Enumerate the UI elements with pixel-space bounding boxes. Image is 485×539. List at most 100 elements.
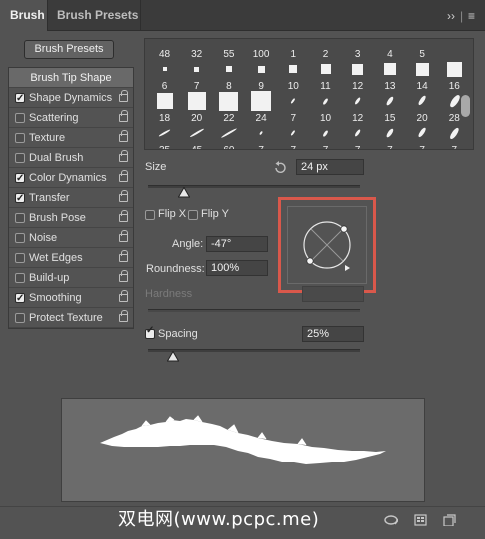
brush-tip-cell[interactable]: 7 xyxy=(439,121,470,149)
angle-roundness-widget[interactable] xyxy=(287,206,367,284)
lock-icon[interactable] xyxy=(119,110,128,122)
brush-tip-cell[interactable]: 24 xyxy=(246,89,277,125)
brush-tip-cell[interactable]: 20 xyxy=(407,89,438,125)
lock-icon[interactable] xyxy=(119,150,128,162)
lock-icon[interactable] xyxy=(119,290,128,302)
sidebar-checkbox[interactable] xyxy=(15,189,25,209)
brush-tip-size: 7 xyxy=(374,145,405,149)
brush-tip-size: 35 xyxy=(149,145,180,149)
sidebar-item-build-up[interactable]: Build-up xyxy=(9,268,133,288)
sidebar-item-protect-texture[interactable]: Protect Texture xyxy=(9,308,133,328)
brush-tip-cell[interactable]: 10 xyxy=(278,57,309,93)
brush-tip-cell[interactable]: 8 xyxy=(213,57,244,93)
sidebar-checkbox[interactable] xyxy=(15,313,25,323)
lock-icon[interactable] xyxy=(119,170,128,182)
brush-tip-grid[interactable]: 48 32 55 100 1 2 3 4 5 6 7 8 9 10 11 12 13 14 16 18 20 22 24 7 1… xyxy=(144,38,474,150)
open-preset-manager-icon[interactable] xyxy=(414,514,428,526)
sidebar-checkbox[interactable] xyxy=(15,233,25,243)
sidebar-checkbox[interactable] xyxy=(15,113,25,123)
brush-tip-cell[interactable]: 60 xyxy=(213,121,244,149)
reset-size-icon[interactable] xyxy=(273,161,287,174)
sidebar-item-smoothing[interactable]: Smoothing xyxy=(9,288,133,309)
sidebar-checkbox[interactable] xyxy=(15,133,25,143)
spacing-checkbox[interactable] xyxy=(145,325,155,339)
flip-x-label: Flip X xyxy=(158,208,187,220)
sidebar-item-wet-edges[interactable]: Wet Edges xyxy=(9,248,133,268)
brush-tip-cell[interactable]: 15 xyxy=(374,89,405,125)
brush-tip-cell[interactable]: 7 xyxy=(246,121,277,149)
brush-tip-cell[interactable]: 12 xyxy=(342,89,373,125)
lock-icon[interactable] xyxy=(119,250,128,262)
brush-tip-cell[interactable]: 16 xyxy=(439,57,470,93)
lock-icon[interactable] xyxy=(119,270,128,282)
sidebar-item-transfer[interactable]: Transfer xyxy=(9,188,133,209)
toggle-live-tip-preview-icon[interactable] xyxy=(384,514,398,526)
sidebar-item-brush-pose[interactable]: Brush Pose xyxy=(9,208,133,228)
brush-tip-cell[interactable]: 7 xyxy=(374,121,405,149)
lock-icon[interactable] xyxy=(119,230,128,242)
sidebar-checkbox[interactable] xyxy=(15,253,25,263)
flip-y-label: Flip Y xyxy=(201,208,229,220)
sidebar-checkbox[interactable] xyxy=(15,273,25,283)
brush-tip-cell[interactable]: 20 xyxy=(181,89,212,125)
brush-tip-cell[interactable]: 7 xyxy=(310,121,341,149)
lock-icon[interactable] xyxy=(119,90,128,102)
brush-tip-cell[interactable]: 18 xyxy=(149,89,180,125)
lock-icon[interactable] xyxy=(119,130,128,142)
sidebar-item-texture[interactable]: Texture xyxy=(9,128,133,148)
angle-label: Angle: xyxy=(172,238,204,250)
brush-tip-swatch xyxy=(225,66,232,72)
sidebar-checkbox[interactable] xyxy=(15,153,25,163)
brush-tip-cell[interactable]: 12 xyxy=(342,57,373,93)
grid-scrollbar-thumb[interactable] xyxy=(461,95,470,117)
brush-tip-cell[interactable]: 10 xyxy=(310,89,341,125)
brush-angle-dial[interactable] xyxy=(288,207,368,285)
flip-x-checkbox[interactable] xyxy=(145,210,155,220)
sidebar-checkbox[interactable] xyxy=(15,169,25,189)
collapse-icon[interactable]: ›› xyxy=(447,9,455,23)
panel-menu-icon[interactable]: ≡ xyxy=(468,9,475,23)
roundness-field[interactable]: 100% xyxy=(206,260,268,276)
stroke-preview-image xyxy=(100,415,386,464)
flip-y-checkbox[interactable] xyxy=(188,210,198,220)
create-new-brush-icon[interactable] xyxy=(442,514,456,526)
sidebar-item-label: Wet Edges xyxy=(29,252,83,264)
brush-tip-cell[interactable]: 7 xyxy=(342,121,373,149)
lock-icon[interactable] xyxy=(119,310,128,322)
brush-presets-button[interactable]: Brush Presets xyxy=(24,40,114,59)
size-field[interactable]: 24 px xyxy=(296,159,364,175)
sidebar-item-shape-dynamics[interactable]: Shape Dynamics xyxy=(9,88,133,109)
hardness-label: Hardness xyxy=(145,288,193,300)
spacing-field[interactable]: 25% xyxy=(302,326,364,342)
spacing-slider-track[interactable] xyxy=(148,349,360,352)
brush-tip-cell[interactable]: 6 xyxy=(149,57,180,93)
sidebar-item-dual-brush[interactable]: Dual Brush xyxy=(9,148,133,168)
brush-tip-cell[interactable]: 7 xyxy=(407,121,438,149)
brush-tip-cell[interactable]: 14 xyxy=(407,57,438,93)
brush-tip-cell[interactable]: 13 xyxy=(374,57,405,93)
brush-tip-swatch xyxy=(385,127,395,139)
brush-tip-swatch xyxy=(322,129,329,137)
sidebar-checkbox[interactable] xyxy=(15,289,25,309)
sidebar-checkbox[interactable] xyxy=(15,89,25,109)
lock-icon[interactable] xyxy=(119,210,128,222)
brush-tip-cell[interactable]: 7 xyxy=(278,121,309,149)
brush-tip-cell[interactable]: 35 xyxy=(149,121,180,149)
roundness-label: Roundness: xyxy=(146,263,205,275)
sidebar-item-noise[interactable]: Noise xyxy=(9,228,133,248)
brush-tip-cell[interactable]: 7 xyxy=(181,57,212,93)
sidebar-item-brush-tip-shape[interactable]: Brush Tip Shape xyxy=(9,68,133,88)
sidebar-item-label: Build-up xyxy=(29,272,70,284)
angle-field[interactable]: -47° xyxy=(206,236,268,252)
brush-tip-cell[interactable]: 9 xyxy=(246,57,277,93)
tab-brush-presets[interactable]: Brush Presets xyxy=(49,0,141,31)
sidebar-item-scattering[interactable]: Scattering xyxy=(9,108,133,128)
brush-tip-cell[interactable]: 7 xyxy=(278,89,309,125)
sidebar-item-color-dynamics[interactable]: Color Dynamics xyxy=(9,168,133,189)
brush-tip-cell[interactable]: 11 xyxy=(310,57,341,93)
lock-icon[interactable] xyxy=(119,190,128,202)
brush-tip-cell[interactable]: 22 xyxy=(213,89,244,125)
brush-tip-cell[interactable]: 45 xyxy=(181,121,212,149)
tab-brush[interactable]: Brush xyxy=(0,0,48,31)
sidebar-checkbox[interactable] xyxy=(15,213,25,223)
